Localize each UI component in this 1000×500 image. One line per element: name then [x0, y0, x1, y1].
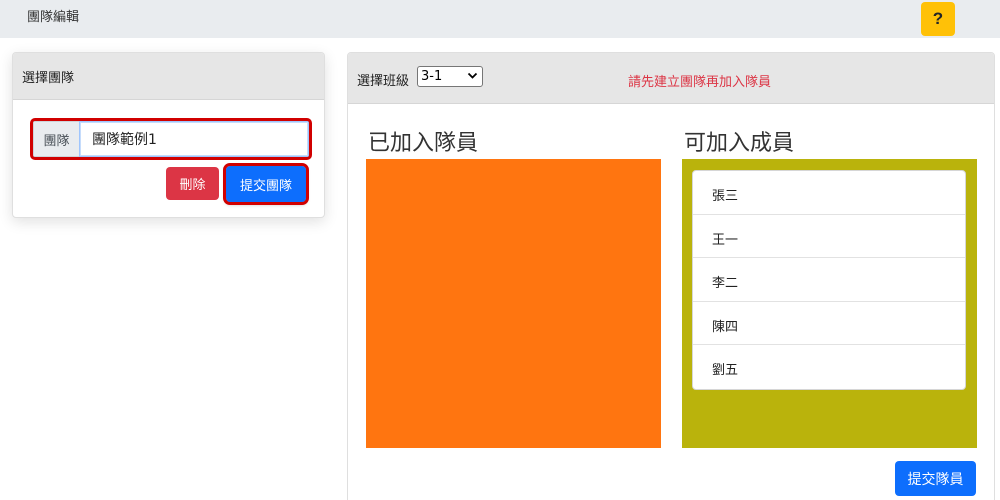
- list-item[interactable]: 李二: [693, 258, 965, 302]
- class-select-value: 3-1: [421, 69, 443, 84]
- available-members-title: 可加入成員: [684, 131, 795, 156]
- team-select-header: 選擇團隊: [13, 53, 324, 100]
- list-item[interactable]: 張三: [693, 171, 965, 215]
- joined-members-title: 已加入隊員: [368, 131, 479, 156]
- class-select-label: 選擇班級: [357, 74, 410, 89]
- team-label: 團隊: [33, 121, 79, 157]
- help-button[interactable]: ?: [921, 2, 955, 36]
- delete-button[interactable]: 刪除: [166, 167, 219, 200]
- list-item[interactable]: 劉五: [693, 345, 965, 389]
- page-title: 團隊編輯: [27, 10, 80, 25]
- submit-team-button[interactable]: 提交團隊: [223, 163, 309, 205]
- warning-text: 請先建立團隊再加入隊員: [628, 75, 772, 90]
- team-input-group: 團隊: [30, 118, 312, 160]
- list-item[interactable]: 王一: [693, 215, 965, 259]
- available-members-area: 張三 王一 李二 陳四 劉五: [682, 159, 977, 448]
- submit-members-button[interactable]: 提交隊員: [895, 461, 976, 496]
- chevron-down-icon: [467, 70, 478, 84]
- team-select-card: 選擇團隊 團隊 刪除 提交團隊: [12, 52, 325, 218]
- class-select[interactable]: 3-1: [417, 66, 483, 87]
- joined-members-dropzone[interactable]: [366, 159, 661, 448]
- top-bar: 團隊編輯 ?: [0, 0, 1000, 38]
- available-members-list: 張三 王一 李二 陳四 劉五: [692, 170, 966, 390]
- member-card-header: 選擇班級 3-1 請先建立團隊再加入隊員: [348, 53, 994, 104]
- member-card: 選擇班級 3-1 請先建立團隊再加入隊員 已加入隊員 可加入成員 張三 王一 李…: [347, 52, 995, 500]
- list-item[interactable]: 陳四: [693, 302, 965, 346]
- team-name-input[interactable]: [79, 121, 309, 157]
